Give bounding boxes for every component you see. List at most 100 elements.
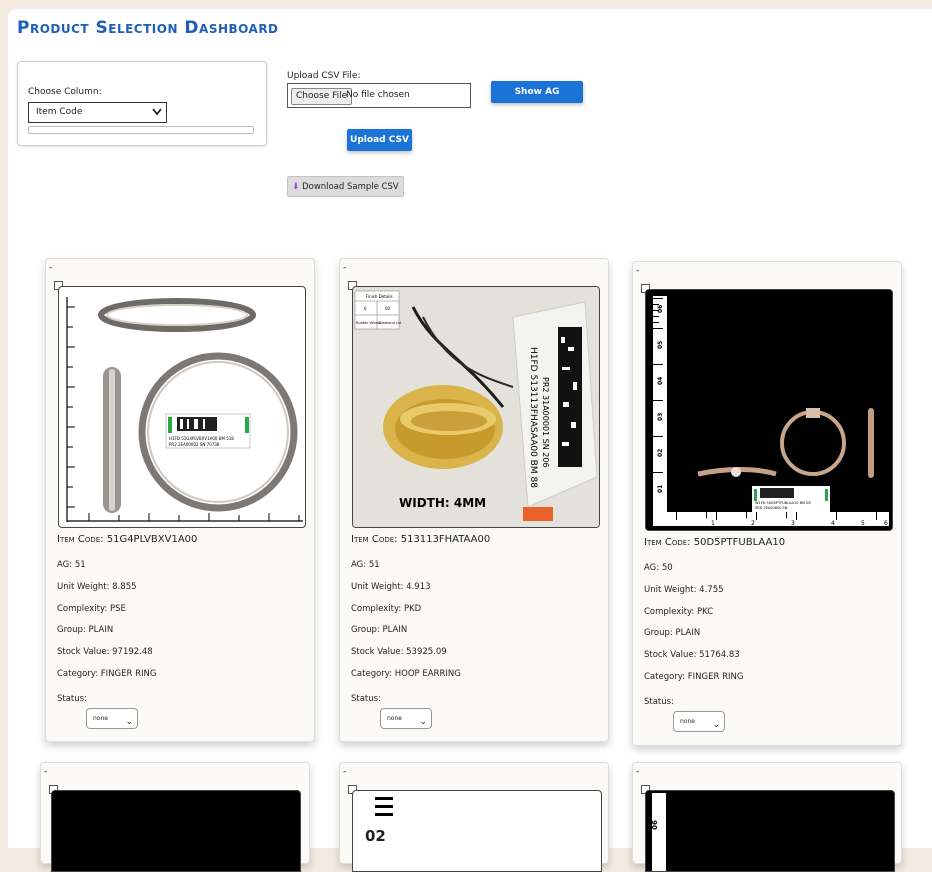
stock-value: Stock Value: 97192.48 [57,647,153,657]
status-select-value: none [387,715,402,722]
complexity: Complexity: PKC [644,607,714,617]
ruler-mark [375,797,393,800]
ruler-label: 02 [365,827,386,845]
tag-text: H1FD 513113FHASAA00 BM 88 [528,347,538,488]
column-selector-panel: Choose Column: Item Code [17,61,267,146]
chevron-down-icon [152,108,162,116]
column-progress-bar [28,126,254,134]
ruler-label: 05 [657,341,664,349]
file-status: No file chosen [346,90,410,100]
unit-weight: Unit Weight: 8.855 [57,582,137,592]
stock-value: Stock Value: 53925.09 [351,647,447,657]
show-ag-summary-button[interactable]: Show AG Summary [491,81,583,119]
ruler-mark [375,813,393,816]
column-select-value: Item Code [36,107,83,117]
choose-column-label: Choose Column: [28,87,102,97]
group: Group: PLAIN [57,625,114,635]
ruler-mark [375,805,393,808]
ruler-x-label: 2 [751,520,755,527]
complexity: Complexity: PKD [351,604,422,614]
product-image: 02 [352,790,602,872]
column-select[interactable]: Item Code [28,102,167,123]
ring-photo: H1FD 51G4PLVBXV1A00 BM 518 PR2 2EA00002 … [66,297,303,522]
group: Group: PLAIN [644,628,701,638]
download-sample-button[interactable]: ⬇ Download Sample CSV [287,176,404,197]
tag-text-2: SRD 2EA00800 SN [755,506,788,510]
item-code: Item Code: 513113FHATAA00 [351,534,491,545]
finish-val: 00 [385,306,391,311]
finish-label: Diamond cut [379,321,402,325]
card-dash: - [44,767,48,777]
ruler-strip: 02 [365,795,393,865]
card-dash: - [343,263,347,273]
group: Group: PLAIN [351,625,408,635]
chevron-down-icon: ⌄ [419,717,427,727]
tag-text-2: PR2 2EA00002 SN 70738 [169,442,220,447]
status-label: Status: [644,697,674,707]
chevron-down-icon: ⌄ [125,717,133,727]
item-code: Item Code: 51G4PLVBXV1A00 [57,534,198,545]
product-card: - Finish Details 0 00 Rubber Wheel Diamo… [339,258,609,742]
stock-value: Stock Value: 51764.83 [644,650,740,660]
ruler-strip [652,793,666,871]
complexity: Complexity: PSE [57,604,126,614]
ag-value: AG: 51 [351,560,380,570]
product-card: - 06 [632,762,902,872]
page-title: Product Selection Dashboard [17,18,279,38]
csv-file-input[interactable]: Choose File No file chosen [287,83,471,108]
status-select[interactable]: none ⌄ [380,708,432,729]
finish-header: Finish Details [366,294,393,299]
choose-file-button[interactable]: Choose File [291,88,353,105]
ruler-x-label: 6 [884,520,888,527]
ag-value: AG: 51 [57,560,86,570]
finish-label: Rubber Wheel [356,321,381,325]
category: Category: FINGER RING [644,672,744,682]
product-image [51,790,301,872]
category: Category: FINGER RING [57,669,157,679]
ruler-x-label: 3 [791,520,795,527]
ring-photo: 06 05 04 03 02 01 1 2 3 4 5 6 W1FD 50D5P… [646,290,892,530]
product-image: 06 05 04 03 02 01 1 2 3 4 5 6 W1FD 50D5P… [645,289,893,531]
product-card: - [45,258,315,742]
status-select-value: none [680,718,695,725]
ruler-label: 06 [657,305,664,313]
tag-text: W1FD 50D5PTFUBLAA10 BM 06 [755,501,811,505]
ruler-label: 04 [657,377,664,385]
item-code: Item Code: 50D5PTFUBLAA10 [644,537,786,548]
status-select-value: none [93,715,108,722]
product-image: 06 [645,790,895,872]
download-sample-label: Download Sample CSV [302,182,399,192]
ruler-x-label: 4 [831,520,835,527]
earring-photo: Finish Details 0 00 Rubber Wheel Diamond… [353,287,599,527]
card-dash: - [636,266,640,276]
card-dash: - [49,263,53,273]
ruler-label: 02 [657,449,664,457]
category: Category: HOOP EARRING [351,669,461,679]
upload-csv-button[interactable]: Upload CSV [347,129,412,151]
status-select[interactable]: none ⌄ [86,708,138,729]
ruler-x-label: 5 [861,520,865,527]
upload-csv-label: Upload CSV File: [287,71,361,81]
product-image: H1FD 51G4PLVBXV1A00 BM 518 PR2 2EA00002 … [58,286,306,528]
unit-weight: Unit Weight: 4.755 [644,585,724,595]
ag-value: AG: 50 [644,563,673,573]
product-card: - 02 [339,762,609,872]
ruler-label: 03 [657,413,664,421]
unit-weight: Unit Weight: 4.913 [351,582,431,592]
status-label: Status: [57,694,87,704]
product-card: - 06 05 04 03 02 01 1 2 3 4 5 6 W1FD 50D… [632,261,902,746]
tag-text: H1FD 51G4PLVBXV1A00 BM 518 [169,436,234,441]
product-image: Finish Details 0 00 Rubber Wheel Diamond… [352,286,600,528]
card-dash: - [343,767,347,777]
ruler-label: 01 [657,485,664,493]
tag-text-2: PR2 31A00001 SN 206 [541,377,550,468]
card-dash: - [636,767,640,777]
status-select[interactable]: none ⌄ [673,711,725,732]
ruler-label: 06 [650,820,659,830]
status-label: Status: [351,694,381,704]
product-card: - [40,762,310,872]
download-icon: ⬇ [292,182,300,192]
chevron-down-icon: ⌄ [712,720,720,730]
ruler-x-label: 1 [711,520,715,527]
width-text: WIDTH: 4MM [399,496,486,510]
